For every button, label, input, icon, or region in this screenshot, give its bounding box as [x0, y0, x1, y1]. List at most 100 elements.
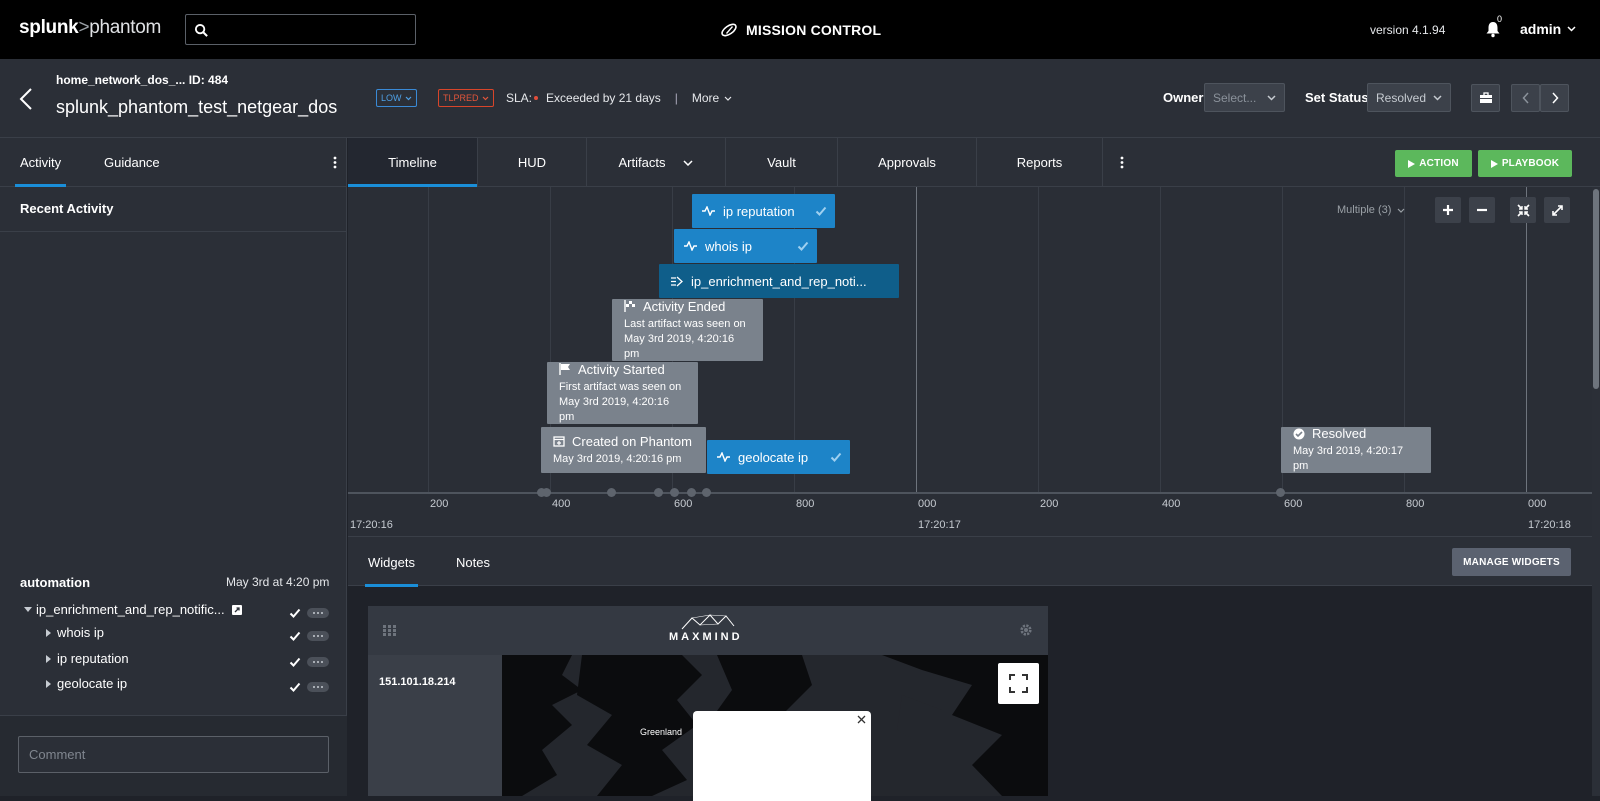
multiple-dropdown[interactable]: Multiple (3) [1337, 204, 1405, 216]
tab-timeline[interactable]: Timeline [348, 138, 478, 187]
global-search-input[interactable] [185, 14, 416, 45]
external-link-icon[interactable] [231, 604, 243, 616]
run-playbook-button[interactable]: PLAYBOOK [1478, 150, 1572, 177]
timeline-marker[interactable] [654, 488, 663, 497]
action-name: whois ip [57, 625, 104, 640]
plus-icon [1443, 205, 1453, 215]
rocket-icon [721, 23, 737, 37]
chevron-down-icon [683, 159, 694, 166]
case-id: ID: 484 [188, 73, 229, 87]
caret-right-icon [46, 654, 51, 663]
tab-label: Artifacts [618, 155, 666, 170]
event-whois-ip[interactable]: whois ip [674, 229, 817, 263]
sla-label: SLA: [506, 91, 533, 105]
next-case-button[interactable] [1540, 84, 1569, 112]
event-ip-reputation[interactable]: ip reputation [692, 194, 835, 228]
zoom-in-button[interactable] [1435, 197, 1461, 223]
tab-artifacts[interactable]: Artifacts [587, 138, 726, 187]
tab-notes[interactable]: Notes [456, 555, 490, 570]
mission-control-link[interactable]: MISSION CONTROL [720, 21, 881, 39]
expand-button[interactable] [1544, 197, 1570, 223]
run-action-button[interactable]: ACTION [1395, 150, 1472, 177]
widgets-tabs: Widgets Notes MANAGE WIDGETS [348, 536, 1592, 587]
tlp-dropdown[interactable]: TLPRED [438, 89, 494, 107]
drag-grid-icon[interactable] [383, 625, 396, 636]
notification-count: 0 [1497, 14, 1503, 24]
tab-label: Reports [1016, 155, 1063, 170]
divider [0, 231, 347, 232]
event-date: May 3rd 2019, 4:20:17 pm [1293, 445, 1404, 472]
briefcase-button[interactable] [1471, 84, 1500, 112]
event-label: ip reputation [723, 203, 795, 219]
event-activity-ended[interactable]: Activity Ended Last artifact was seen on… [612, 299, 763, 361]
event-resolved[interactable]: Resolved May 3rd 2019, 4:20:17 pm [1281, 426, 1431, 473]
check-icon [797, 241, 809, 251]
action-row-whois[interactable]: whois ip [46, 625, 104, 640]
main-tabs: Timeline HUD Artifacts Vault Approvals R… [348, 138, 1600, 187]
caret-right-icon [46, 628, 51, 637]
gear-icon[interactable] [1019, 623, 1033, 637]
row-menu-button[interactable] [307, 608, 329, 618]
tab-guidance[interactable]: Guidance [104, 155, 160, 170]
tab-approvals[interactable]: Approvals [838, 138, 977, 187]
kebab-menu-icon[interactable] [1120, 156, 1124, 169]
scrollbar-thumb[interactable] [1593, 189, 1599, 389]
top-bar: splunk>phantom MISSION CONTROL version 4… [0, 0, 1600, 59]
previous-case-button[interactable] [1511, 84, 1540, 112]
tab-hud[interactable]: HUD [478, 138, 587, 187]
timeline-axis [348, 492, 1592, 494]
manage-widgets-button[interactable]: MANAGE WIDGETS [1452, 548, 1571, 576]
severity-dropdown[interactable]: LOW [376, 89, 417, 107]
playbook-row[interactable]: ip_enrichment_and_rep_notific... [24, 602, 243, 617]
briefcase-icon [1479, 92, 1492, 103]
tab-widgets[interactable]: Widgets [365, 555, 418, 587]
chevron-down-icon [1397, 208, 1405, 213]
event-geolocate-ip[interactable]: geolocate ip [707, 440, 850, 474]
event-date: May 3rd 2019, 4:20:16 pm [624, 332, 735, 360]
timeline-marker[interactable] [607, 488, 616, 497]
event-playbook-run[interactable]: ip_enrichment_and_rep_noti... [659, 264, 899, 298]
row-menu-button[interactable] [307, 657, 329, 667]
back-arrow-icon[interactable] [18, 87, 34, 111]
tab-vault[interactable]: Vault [726, 138, 838, 187]
timeline-marker[interactable] [687, 488, 696, 497]
comment-input[interactable]: Comment [18, 736, 329, 773]
more-menu[interactable]: More [692, 91, 732, 105]
row-menu-button[interactable] [307, 682, 329, 692]
button-label: PLAYBOOK [1501, 158, 1560, 169]
action-row-geolocate[interactable]: geolocate ip [46, 676, 127, 691]
minus-icon [1477, 208, 1487, 212]
timeline-marker[interactable] [702, 488, 711, 497]
splunk-phantom-logo[interactable]: splunk>phantom [19, 17, 161, 39]
tick-label: 200 [430, 498, 449, 510]
tab-reports[interactable]: Reports [977, 138, 1103, 187]
button-label: ACTION [1419, 158, 1459, 169]
event-created[interactable]: Created on Phantom May 3rd 2019, 4:20:16… [541, 427, 706, 473]
caret-down-icon [24, 607, 32, 612]
tab-label: Vault [767, 155, 796, 170]
zoom-out-button[interactable] [1469, 197, 1495, 223]
action-row-ip-reputation[interactable]: ip reputation [46, 651, 129, 666]
ip-address: 151.101.18.214 [379, 676, 456, 688]
map-fullscreen-button[interactable] [998, 663, 1039, 704]
comment-area: Comment [0, 715, 347, 796]
tick-label: 000 [1528, 498, 1547, 510]
row-menu-button[interactable] [307, 631, 329, 641]
fit-view-button[interactable] [1510, 197, 1536, 223]
kebab-menu-icon[interactable] [333, 156, 337, 169]
timestamp-label: 17:20:18 [1528, 519, 1571, 531]
maxmind-brand: MAXMIND [669, 631, 743, 643]
status-select[interactable]: Resolved [1367, 83, 1451, 112]
timeline-marker[interactable] [670, 488, 679, 497]
owner-select[interactable]: Select... [1204, 83, 1285, 112]
close-icon[interactable] [857, 715, 866, 724]
timeline-marker[interactable] [1276, 488, 1285, 497]
tick-label: 800 [796, 498, 815, 510]
chevron-down-icon [1567, 26, 1576, 32]
tab-activity[interactable]: Activity [14, 155, 67, 187]
event-activity-started[interactable]: Activity Started First artifact was seen… [547, 362, 698, 424]
check-icon [815, 206, 827, 216]
timeline-view[interactable]: 200 400 600 800 000 200 400 600 800 000 … [348, 187, 1592, 536]
timeline-marker[interactable] [542, 488, 551, 497]
user-menu[interactable]: admin [1520, 21, 1576, 37]
